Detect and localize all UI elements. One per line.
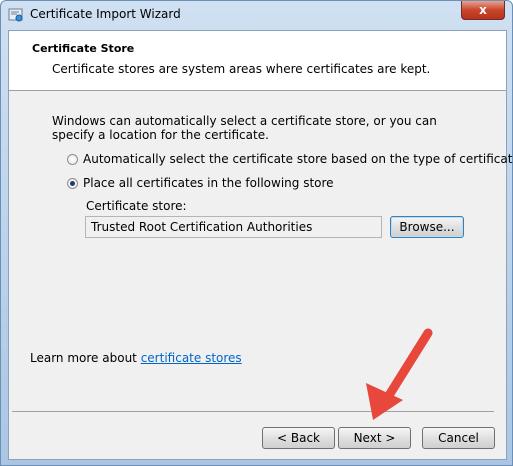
annotation-arrow-icon	[366, 328, 433, 420]
